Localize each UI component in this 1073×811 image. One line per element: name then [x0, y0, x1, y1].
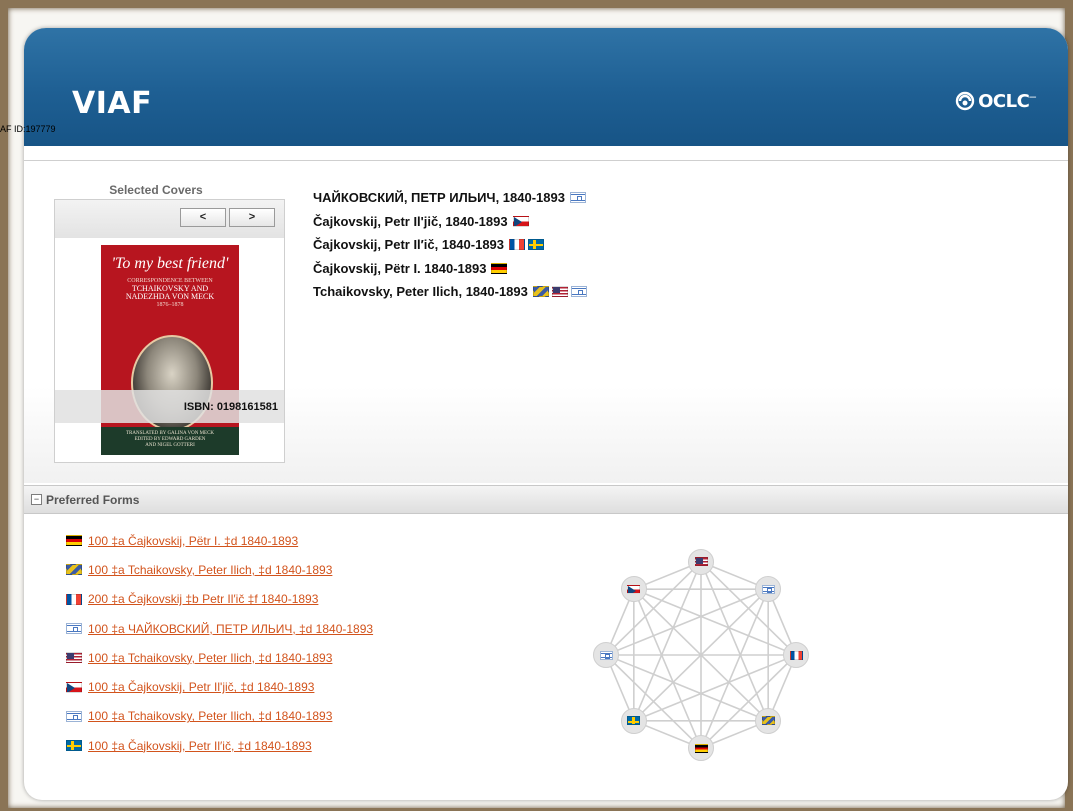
preferred-form-link[interactable]: 100 ‡a Čajkovskij, Petr Il'jič, ‡d 1840-…	[88, 680, 314, 694]
preferred-form-link[interactable]: 100 ‡a Tchaikovsky, Peter Ilich, ‡d 1840…	[88, 563, 332, 577]
name-heading-text: Čajkovskij, Petr Il′ič, 1840-1893	[313, 237, 505, 253]
preferred-form-link[interactable]: 200 ‡a Čajkovskij ‡b Petr Il′ič ‡f 1840-…	[88, 592, 318, 606]
trademark-mark: –	[1029, 89, 1036, 103]
germany-flag-icon	[694, 743, 708, 753]
name-heading: Čajkovskij, Petr Il′ič, 1840-1893	[313, 233, 587, 257]
book-credit-line: AND NIGEL GOTTERI	[145, 443, 195, 448]
isbn-label: ISBN: 0198161581	[183, 401, 278, 413]
prev-cover-button[interactable]: <	[180, 208, 226, 227]
name-heading-text: Čajkovskij, Pëtr I. 1840-1893	[313, 260, 487, 276]
sweden-flag-icon	[66, 740, 82, 752]
preferred-form-item: 100 ‡a ЧАЙКОВСКИЙ, ПЕТР ИЛЬИЧ, ‡d 1840-1…	[66, 614, 373, 643]
book-subtitle: CORRESPONDENCE BETWEEN TCHAIKOVSKY AND N…	[101, 277, 239, 309]
id-strip	[24, 146, 1068, 161]
czech-flag-icon[interactable]	[512, 215, 529, 227]
graph-node[interactable]	[783, 642, 809, 668]
name-heading-text: ЧАЙКОВСКИЙ, ПЕТР ИЛЬИЧ, 1840-1893	[313, 190, 565, 206]
israel-flag-icon	[66, 623, 82, 635]
name-headings: ЧАЙКОВСКИЙ, ПЕТР ИЛЬИЧ, 1840-1893 Čajkov…	[313, 186, 587, 304]
oclc-logo[interactable]: OCLC –	[954, 89, 1036, 112]
record-id: AF ID:197779	[0, 124, 56, 134]
graph-node[interactable]	[688, 548, 714, 575]
book-title: 'To my best friend'	[111, 255, 229, 272]
book-subtitle-line: NADEZHDA VON MECK	[125, 292, 215, 301]
preferred-form-item: 100 ‡a Čajkovskij, Pëtr I. ‡d 1840-1893	[66, 526, 373, 555]
israel-flag-icon[interactable]	[569, 192, 586, 204]
preferred-form-link[interactable]: 100 ‡a Čajkovskij, Petr Il′ič, ‡d 1840-1…	[88, 739, 312, 753]
isbn-overlay: ISBN: 0198161581	[55, 390, 284, 423]
preferred-forms-title: Preferred Forms	[46, 493, 140, 507]
preferred-form-link[interactable]: 100 ‡a Tchaikovsky, Peter Ilich, ‡d 1840…	[88, 709, 332, 723]
viaf-logo[interactable]: VIAF	[72, 86, 152, 121]
germany-flag-icon[interactable]	[491, 262, 508, 274]
israel-flag-icon	[66, 710, 82, 722]
graph-node[interactable]	[620, 707, 647, 734]
oclc-logo-text: OCLC	[978, 90, 1030, 112]
czech-flag-icon	[66, 681, 82, 693]
collapse-toggle-icon[interactable]: −	[31, 494, 42, 505]
graph-node[interactable]	[593, 642, 619, 668]
preferred-forms-header[interactable]: − Preferred Forms	[24, 485, 1068, 514]
name-heading: Tchaikovsky, Peter Ilich, 1840-1893	[313, 280, 587, 304]
name-heading: Čajkovskij, Petr Il'jič, 1840-1893	[313, 210, 587, 234]
book-years: 1876–1878	[156, 302, 184, 308]
sweden-flag-icon[interactable]	[528, 239, 545, 251]
graph-node[interactable]	[755, 707, 782, 734]
preferred-form-item: 100 ‡a Čajkovskij, Petr Il′ič, ‡d 1840-1…	[66, 731, 373, 760]
preferred-form-link[interactable]: 100 ‡a Tchaikovsky, Peter Ilich, ‡d 1840…	[88, 651, 332, 665]
graph-node[interactable]	[688, 735, 714, 762]
israel-flag-icon	[761, 584, 775, 594]
oclc-swirl-icon	[955, 91, 975, 111]
usa-flag-icon[interactable]	[551, 286, 568, 298]
name-heading-text: Čajkovskij, Petr Il'jič, 1840-1893	[313, 213, 508, 229]
preferred-form-item: 100 ‡a Tchaikovsky, Peter Ilich, ‡d 1840…	[66, 702, 373, 731]
sweden-flag-icon	[627, 716, 641, 726]
international-flag-icon[interactable]	[532, 286, 549, 298]
israel-flag-icon[interactable]	[570, 286, 587, 298]
book-credits: TRANSLATED BY GALINA VON MECK EDITED BY …	[101, 431, 239, 449]
france-flag-icon	[66, 593, 82, 605]
usa-flag-icon	[694, 557, 708, 567]
preferred-forms-list: 100 ‡a Čajkovskij, Pëtr I. ‡d 1840-1893 …	[66, 526, 373, 760]
preferred-form-item: 100 ‡a Tchaikovsky, Peter Ilich, ‡d 1840…	[66, 643, 373, 672]
next-cover-button[interactable]: >	[229, 208, 275, 227]
preferred-form-link[interactable]: 100 ‡a ЧАЙКОВСКИЙ, ПЕТР ИЛЬИЧ, ‡d 1840-1…	[88, 622, 373, 636]
graph-node[interactable]	[620, 576, 647, 603]
name-heading: Čajkovskij, Pëtr I. 1840-1893	[313, 257, 587, 281]
name-heading: ЧАЙКОВСКИЙ, ПЕТР ИЛЬИЧ, 1840-1893	[313, 186, 587, 210]
preferred-form-item: 200 ‡a Čajkovskij ‡b Petr Il′ič ‡f 1840-…	[66, 585, 373, 614]
covers-title: Selected Covers	[109, 183, 203, 197]
cover-nav-bar: < >	[55, 200, 284, 238]
usa-flag-icon	[66, 652, 82, 664]
preferred-form-link[interactable]: 100 ‡a Čajkovskij, Pëtr I. ‡d 1840-1893	[88, 534, 298, 548]
name-heading-text: Tchaikovsky, Peter Ilich, 1840-1893	[313, 284, 528, 300]
preferred-form-item: 100 ‡a Tchaikovsky, Peter Ilich, ‡d 1840…	[66, 555, 373, 584]
czech-flag-icon	[627, 584, 641, 594]
page-header: VIAF OCLC –	[24, 28, 1068, 146]
international-flag-icon	[761, 716, 775, 726]
germany-flag-icon	[66, 535, 82, 547]
book-cover-image[interactable]: 'To my best friend' CORRESPONDENCE BETWE…	[101, 245, 239, 455]
international-flag-icon	[66, 564, 82, 576]
cover-carousel: < > 'To my best friend' CORRESPONDENCE B…	[54, 199, 285, 463]
preferred-form-item: 100 ‡a Čajkovskij, Petr Il'jič, ‡d 1840-…	[66, 672, 373, 701]
france-flag-icon[interactable]	[509, 239, 526, 251]
france-flag-icon	[789, 650, 803, 660]
israel-flag-icon	[599, 650, 613, 660]
